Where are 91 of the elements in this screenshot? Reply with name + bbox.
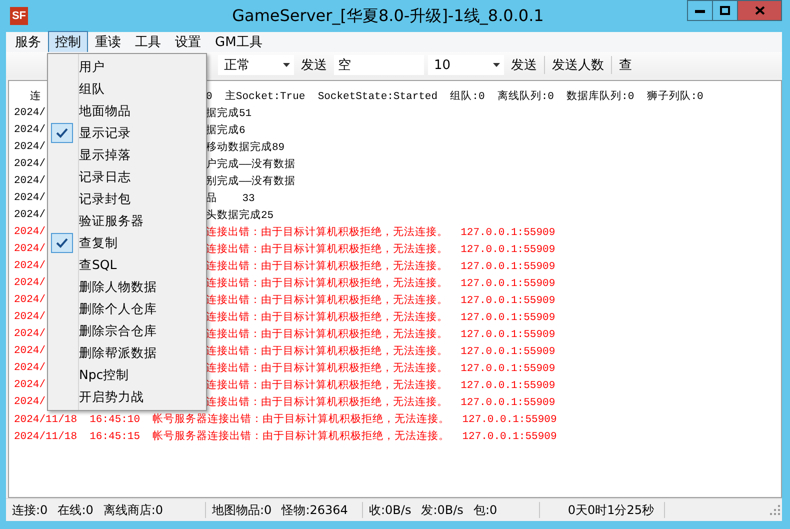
log-line: 连接出错：由于目标计算机积极拒绝，无法连接。 127.0.0.1:55909 — [206, 259, 556, 272]
log-line: 连 — [30, 90, 41, 102]
log-line: 连接出错：由于目标计算机积极拒绝，无法连接。 127.0.0.1:55909 — [206, 378, 556, 392]
check-icon — [56, 238, 68, 248]
log-line: 2024/11/18 16:45:10 帐号服务器连接出错：由于目标计算机积极拒绝，无法连接。 127.0.0.1:55909 — [14, 412, 557, 426]
checkbox[interactable] — [51, 233, 73, 253]
resize-grip-icon — [770, 505, 780, 515]
menu-option[interactable]: 用户 — [79, 58, 105, 76]
log-line: 2024/ — [14, 362, 46, 374]
status-text: 怪物:26364 — [282, 502, 348, 518]
dropdown-field[interactable]: 正常 — [218, 55, 294, 75]
maximize-icon — [720, 6, 730, 15]
log-line: 别完成——没有数据 — [206, 174, 296, 188]
caret-icon — [493, 63, 500, 67]
check-icon — [56, 128, 68, 138]
menu-option[interactable]: 查SQL — [79, 256, 117, 274]
log-line: 户完成——没有数据 — [206, 157, 296, 170]
maximize-button[interactable] — [712, 0, 738, 21]
minimize-icon — [695, 8, 705, 12]
log-line: 2024/ — [14, 226, 46, 238]
log-line: 连接出错：由于目标计算机积极拒绝，无法连接。 127.0.0.1:55909 — [206, 276, 556, 290]
toolbar-button[interactable]: 查 — [616, 56, 635, 74]
status-text: 离线商店:0 — [103, 502, 164, 518]
log-line: 2024/ — [14, 106, 46, 118]
checkbox[interactable] — [51, 123, 73, 143]
log-line: 连接出错：由于目标计算机积极拒绝，无法连接。 127.0.0.1:55909 — [206, 225, 556, 238]
log-line: 2024/ — [14, 328, 46, 340]
log-line: 连接出错：由于目标计算机积极拒绝，无法连接。 127.0.0.1:55909 — [206, 327, 556, 340]
menu-option[interactable]: 显示掉落 — [79, 146, 131, 164]
log-line: 连接出错：由于目标计算机积极拒绝，无法连接。 127.0.0.1:55909 — [206, 293, 556, 306]
menu-option[interactable]: 组队 — [79, 80, 105, 98]
window-title: GameServer_[华夏8.0-升级]-1线_8.0.0.1 — [231, 6, 545, 26]
log-line: 2024/ — [14, 174, 46, 186]
log-line: 2024/ — [14, 242, 46, 254]
log-line: 据完成6 — [206, 123, 246, 136]
close-icon — [754, 6, 764, 15]
status-text: 在线:0 — [58, 502, 94, 518]
log-line: 2024/ — [14, 276, 46, 288]
dropdown-field[interactable]: 10 — [428, 55, 504, 75]
log-line: 2024/ — [14, 396, 46, 408]
log-line: 连接出错：由于目标计算机积极拒绝，无法连接。 127.0.0.1:55909 — [206, 344, 556, 358]
log-line: 2024/ — [14, 260, 46, 272]
menu-option[interactable]: Npc控制 — [79, 366, 130, 384]
menu-item[interactable]: 服务 — [8, 31, 48, 53]
caret-icon — [283, 63, 290, 67]
menu-option[interactable]: 删除宗合仓库 — [79, 322, 157, 340]
menu-item[interactable]: 重读 — [88, 31, 128, 53]
status-text: 0天0时1分25秒 — [568, 502, 654, 518]
log-line: 2024/ — [14, 310, 46, 322]
menu-option[interactable]: 删除个人仓库 — [79, 300, 157, 318]
status-text: 收:0B/s — [369, 502, 412, 518]
log-line: 2024/ — [14, 158, 46, 170]
status-text: 包:0 — [473, 502, 498, 518]
status-text: 发:0B/s — [421, 502, 464, 518]
menu-item[interactable]: 设置 — [168, 31, 208, 53]
app-logo: SF — [10, 7, 28, 25]
toolbar-button[interactable]: 发送 — [508, 56, 540, 74]
log-line: 2024/ — [14, 192, 46, 204]
log-line: 2024/ — [14, 124, 46, 136]
menu-option[interactable]: 显示记录 — [79, 124, 131, 142]
status-text: 地图物品:0 — [212, 502, 272, 518]
log-line: 2024/ — [14, 344, 46, 356]
log-line: 移动数据完成89 — [206, 140, 285, 154]
menu-option[interactable]: 记录日志 — [79, 168, 131, 186]
log-line: 2024/ — [14, 378, 46, 390]
log-line: 据完成51 — [206, 106, 252, 120]
menu-option[interactable]: 验证服务器 — [79, 212, 144, 230]
menu-option[interactable]: 删除帮派数据 — [79, 344, 157, 362]
input-field[interactable]: 空 — [334, 55, 424, 75]
menu-option[interactable]: 开启势力战 — [79, 388, 144, 406]
menu-item[interactable]: GM工具 — [208, 31, 270, 53]
menu-option[interactable]: 地面物品 — [79, 102, 131, 120]
toolbar-button[interactable]: 发送人数 — [549, 56, 607, 74]
close-button[interactable] — [737, 0, 782, 21]
log-line: 连接出错：由于目标计算机积极拒绝，无法连接。 127.0.0.1:55909 — [206, 395, 556, 408]
toolbar-button[interactable]: 发送 — [298, 56, 330, 74]
menu-option[interactable]: 删除人物数据 — [79, 278, 157, 296]
status-text: 连接:0 — [12, 502, 48, 518]
log-line: 2024/ — [14, 208, 46, 220]
minimize-button[interactable] — [687, 0, 713, 21]
menu-item[interactable]: 工具 — [128, 31, 168, 53]
log-line: 2024/11/18 16:45:15 帐号服务器连接出错：由于目标计算机积极拒绝，无法连接。 127.0.0.1:55909 — [14, 429, 557, 442]
log-line: 2024/ — [14, 140, 46, 152]
log-line: 连接出错：由于目标计算机积极拒绝，无法连接。 127.0.0.1:55909 — [206, 242, 556, 256]
menu-option[interactable]: 查复制 — [79, 234, 118, 252]
menu-option[interactable]: 记录封包 — [79, 190, 131, 208]
log-line: 连接出错：由于目标计算机积极拒绝，无法连接。 127.0.0.1:55909 — [206, 361, 556, 374]
log-line: 头数据完成25 — [206, 208, 274, 222]
log-line: 连接出错：由于目标计算机积极拒绝，无法连接。 127.0.0.1:55909 — [206, 310, 556, 324]
log-line: 2024/ — [14, 294, 46, 306]
menu-item[interactable]: 控制 — [48, 31, 88, 53]
